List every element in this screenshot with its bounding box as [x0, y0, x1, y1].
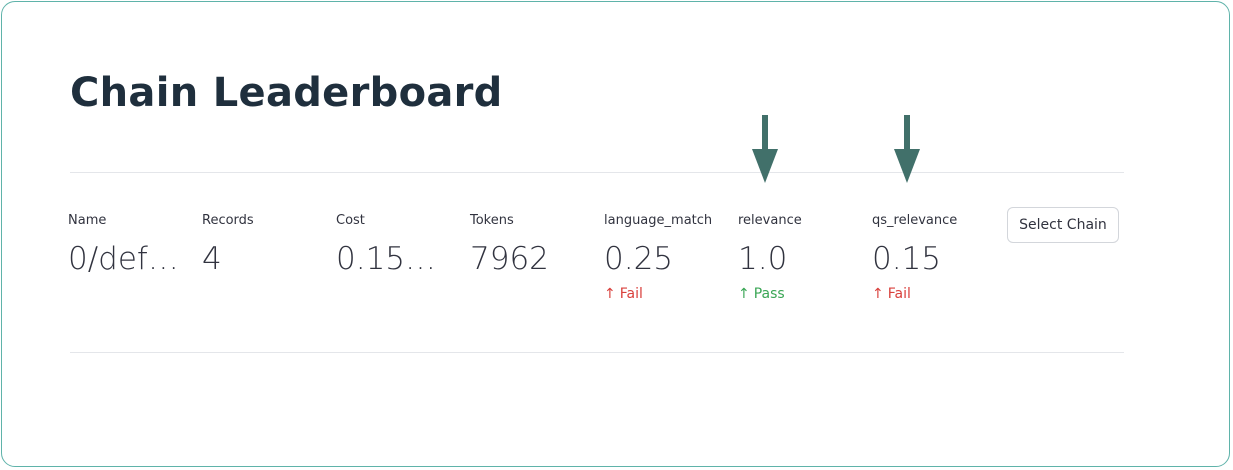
top-divider — [70, 172, 1124, 173]
page-title: Chain Leaderboard — [70, 70, 503, 116]
metric-value: 0/def… — [68, 241, 179, 277]
metric-value: 7962 — [470, 241, 549, 277]
arrow-up-icon: ↑ — [604, 286, 616, 302]
metric-value: 4 — [202, 241, 222, 277]
metric-label: Name — [68, 213, 107, 228]
arrow-down-icon — [894, 115, 920, 183]
metric-label: relevance — [738, 213, 802, 228]
metric-records: Records 4 — [202, 212, 327, 279]
metric-relevance: relevance 1.0 ↑ Pass — [738, 212, 863, 303]
select-chain-button[interactable]: Select Chain — [1007, 207, 1119, 243]
card-frame: Chain Leaderboard Name 0/def… Records 4 … — [1, 1, 1230, 467]
metric-label: Records — [202, 213, 254, 228]
metric-label: Cost — [336, 213, 365, 228]
metric-language-match: language_match 0.25 ↑ Fail — [604, 212, 729, 303]
metric-label: Tokens — [470, 213, 514, 228]
metric-label: qs_relevance — [872, 213, 958, 228]
delta-text: Fail — [619, 286, 643, 302]
delta-text: Pass — [753, 286, 785, 302]
arrow-down-icon — [752, 115, 778, 183]
metric-value: 0.25 — [604, 241, 674, 277]
metric-cost: Cost 0.15… — [336, 212, 461, 279]
arrow-up-icon: ↑ — [872, 286, 884, 302]
metric-value: 1.0 — [738, 241, 788, 277]
metric-label: language_match — [604, 213, 713, 228]
bottom-divider — [70, 352, 1124, 353]
arrow-up-icon: ↑ — [738, 286, 750, 302]
metric-delta-pass: ↑ Pass — [738, 285, 863, 303]
delta-text: Fail — [887, 286, 911, 302]
metric-value: 0.15 — [872, 241, 942, 277]
metric-delta-fail: ↑ Fail — [604, 285, 729, 303]
metric-delta-fail: ↑ Fail — [872, 285, 997, 303]
metric-value: 0.15… — [336, 241, 437, 277]
metric-name: Name 0/def… — [68, 212, 193, 279]
metric-tokens: Tokens 7962 — [470, 212, 595, 279]
metric-qs-relevance: qs_relevance 0.15 ↑ Fail — [872, 212, 997, 303]
